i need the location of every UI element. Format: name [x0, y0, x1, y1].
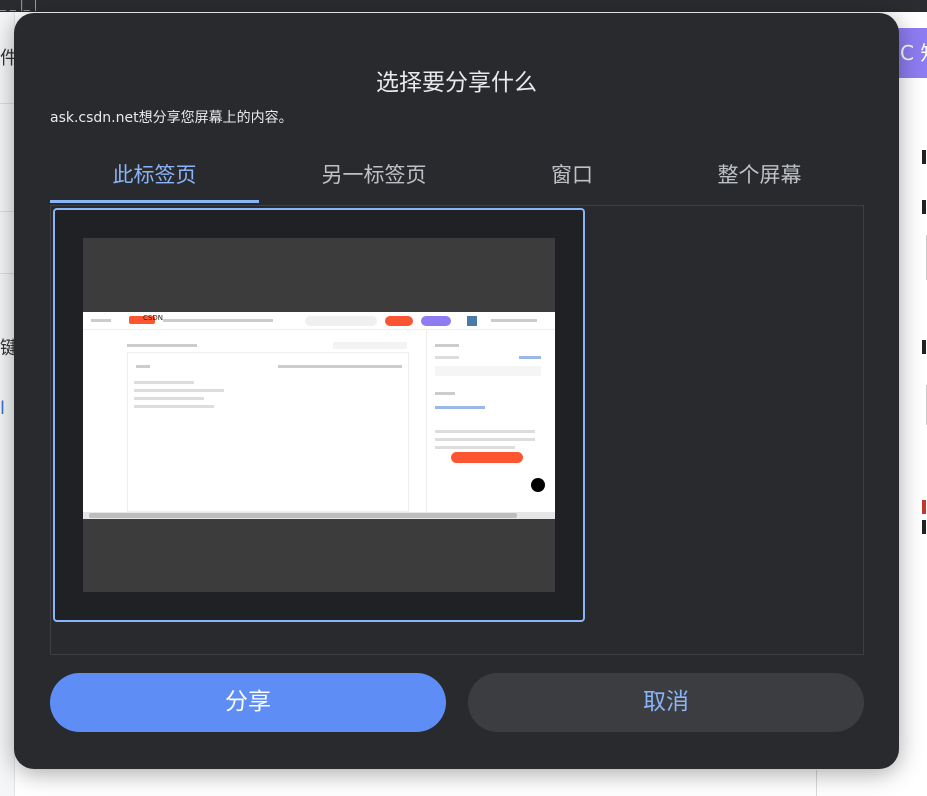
tab-label: 窗口	[551, 163, 593, 187]
thumbnail-element	[333, 342, 407, 349]
tab-other-tab[interactable]: 另一标签页	[259, 151, 489, 203]
thumbnail-element	[134, 381, 194, 384]
thumbnail-element	[467, 316, 477, 326]
thumbnail-scrollbar-thumb	[89, 513, 517, 518]
thumbnail-logo-text: CSDN	[143, 314, 163, 322]
tab-label: 另一标签页	[321, 163, 427, 187]
background-divider	[0, 211, 15, 212]
background-divider	[816, 770, 817, 796]
topbar-text: _ _ |_ |	[0, 0, 38, 11]
tab-window[interactable]: 窗口	[489, 151, 655, 203]
tab-entire-screen[interactable]: 整个屏幕	[655, 151, 864, 203]
dialog-title: 选择要分享什么	[376, 70, 537, 96]
thumbnail-element	[134, 405, 214, 408]
thumbnail-element	[278, 365, 402, 368]
thumbnail-element	[134, 397, 204, 400]
background-mark	[922, 150, 926, 164]
thumbnail-element	[435, 406, 485, 409]
thumbnail-element	[163, 319, 273, 322]
active-tab-indicator	[50, 200, 259, 203]
share-dialog: 选择要分享什么 ask.csdn.net想分享您屏幕上的内容。 此标签页 另一标…	[14, 13, 899, 769]
tab-this-tab[interactable]: 此标签页	[50, 151, 259, 203]
thumbnail-element	[435, 366, 541, 376]
thumbnail-search	[305, 316, 377, 326]
thumbnail-element	[134, 389, 224, 392]
thumbnail-element	[435, 356, 459, 359]
background-left-text-3: l	[0, 398, 6, 419]
thumbnail-fab	[531, 478, 545, 492]
thumbnail-orange-button	[451, 452, 523, 463]
thumbnail-element	[435, 430, 535, 433]
tab-label: 此标签页	[112, 163, 197, 187]
thumbnail-scrollbar	[83, 512, 555, 519]
background-divider	[0, 103, 15, 104]
thumbnail-element	[519, 356, 541, 359]
preview-list: CSDN	[50, 205, 864, 655]
background-mark	[922, 520, 926, 534]
thumbnail-element	[491, 319, 537, 322]
tab-preview-card[interactable]: CSDN	[53, 208, 585, 622]
thumbnail-element	[421, 316, 451, 326]
background-mark	[922, 340, 926, 354]
cancel-button[interactable]: 取消	[468, 673, 864, 732]
tab-preview-thumbnail: CSDN	[83, 238, 555, 592]
thumbnail-element	[91, 319, 111, 322]
thumbnail-element	[435, 392, 455, 395]
dialog-subtitle: ask.csdn.net想分享您屏幕上的内容。	[50, 110, 293, 126]
browser-topbar: _ _ |_ |	[0, 0, 927, 12]
thumbnail-element	[385, 316, 413, 326]
tab-label: 整个屏幕	[717, 163, 802, 187]
background-mark	[922, 500, 926, 514]
background-right-panel	[898, 12, 927, 796]
background-divider	[0, 273, 15, 274]
thumbnail-page: CSDN	[83, 312, 555, 519]
thumbnail-element	[136, 365, 150, 368]
source-tabs: 此标签页 另一标签页 窗口 整个屏幕	[50, 151, 864, 203]
thumbnail-editor	[127, 352, 409, 512]
thumbnail-element	[127, 344, 197, 347]
thumbnail-element	[435, 446, 515, 449]
share-button[interactable]: 分享	[50, 673, 446, 732]
background-mark	[922, 200, 926, 214]
thumbnail-navbar: CSDN	[83, 312, 555, 330]
thumbnail-element	[435, 438, 535, 441]
thumbnail-element	[435, 344, 459, 347]
